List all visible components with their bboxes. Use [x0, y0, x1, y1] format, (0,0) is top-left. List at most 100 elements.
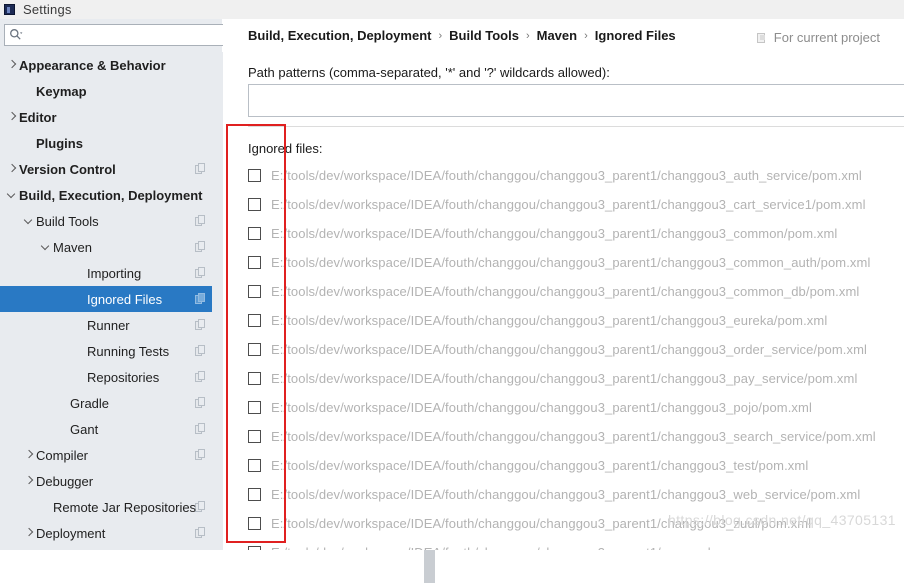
search-input[interactable] [26, 25, 226, 43]
ignored-file-checkbox[interactable] [248, 430, 261, 443]
sidebar-item-ignored-files[interactable]: Ignored Files [0, 286, 212, 312]
ignored-file-row[interactable]: E:/tools/dev/workspace/IDEA/fouth/changg… [248, 161, 904, 190]
sidebar-item-keymap[interactable]: Keymap [0, 78, 212, 104]
sidebar-item-version-control[interactable]: Version Control [0, 156, 212, 182]
sidebar-item-label: Importing [87, 265, 142, 281]
ignored-file-row[interactable]: E:/tools/dev/workspace/IDEA/fouth/changg… [248, 219, 904, 248]
sidebar-item-deployment[interactable]: Deployment [0, 520, 212, 546]
chevron-right-icon[interactable] [23, 468, 36, 494]
sidebar-item-maven[interactable]: Maven [0, 234, 212, 260]
sidebar-item-gant[interactable]: Gant [0, 416, 212, 442]
sidebar-item-gradle[interactable]: Gradle [0, 390, 212, 416]
ignored-file-checkbox[interactable] [248, 401, 261, 414]
ignored-file-path: E:/tools/dev/workspace/IDEA/fouth/changg… [271, 197, 866, 212]
chevron-down-icon[interactable] [40, 234, 53, 260]
copy-settings-icon[interactable] [195, 215, 206, 227]
copy-settings-icon[interactable] [195, 267, 206, 279]
ignored-file-row[interactable]: E:/tools/dev/workspace/IDEA/fouth/changg… [248, 538, 904, 550]
sidebar-item-runner[interactable]: Runner [0, 312, 212, 338]
settings-tree[interactable]: Appearance & Behavior Keymap Editor Plugins… [0, 52, 212, 550]
ignored-file-row[interactable]: E:/tools/dev/workspace/IDEA/fouth/changg… [248, 393, 904, 422]
ignored-file-path: E:/tools/dev/workspace/IDEA/fouth/changg… [271, 284, 860, 299]
breadcrumb-crumb[interactable]: Build Tools [449, 28, 519, 43]
copy-settings-icon[interactable] [195, 371, 206, 383]
copy-settings-icon[interactable] [195, 527, 206, 539]
ignored-file-checkbox[interactable] [248, 169, 261, 182]
copy-settings-icon[interactable] [195, 319, 206, 331]
sidebar-item-running-tests[interactable]: Running Tests [0, 338, 212, 364]
ignored-file-row[interactable]: E:/tools/dev/workspace/IDEA/fouth/changg… [248, 335, 904, 364]
copy-settings-icon[interactable] [195, 423, 206, 435]
sidebar-item-label: Repositories [87, 369, 160, 385]
ignored-file-checkbox[interactable] [248, 517, 261, 530]
breadcrumb-separator: › [525, 29, 530, 42]
ignored-file-checkbox[interactable] [248, 198, 261, 211]
ignored-file-checkbox[interactable] [248, 372, 261, 385]
chevron-right-icon[interactable] [6, 156, 19, 182]
chevron-right-icon[interactable] [6, 104, 19, 130]
breadcrumb-crumb[interactable]: Build, Execution, Deployment [248, 28, 431, 43]
copy-settings-icon[interactable] [195, 449, 206, 461]
chevron-right-icon[interactable] [6, 52, 19, 78]
breadcrumb-separator: › [438, 29, 443, 42]
ignored-file-checkbox[interactable] [248, 488, 261, 501]
copy-settings-icon[interactable] [195, 397, 206, 409]
sidebar-item-plugins[interactable]: Plugins [0, 130, 212, 156]
sidebar-item-repositories[interactable]: Repositories [0, 364, 212, 390]
sidebar-item-label: Maven [53, 239, 93, 255]
sidebar-item-label: Build, Execution, Deployment [19, 187, 203, 203]
chevron-right-icon[interactable] [23, 442, 36, 468]
sidebar-item-debugger[interactable]: Debugger [0, 468, 212, 494]
ignored-file-row[interactable]: E:/tools/dev/workspace/IDEA/fouth/changg… [248, 190, 904, 219]
project-scope-icon [756, 32, 768, 44]
breadcrumb-crumb[interactable]: Ignored Files [595, 28, 676, 43]
ignored-file-checkbox[interactable] [248, 459, 261, 472]
sidebar-item-build-tools[interactable]: Build Tools [0, 208, 212, 234]
sidebar-item-label: Deployment [36, 525, 106, 541]
ignored-file-checkbox[interactable] [248, 314, 261, 327]
ignored-file-checkbox[interactable] [248, 343, 261, 356]
ignored-file-checkbox[interactable] [248, 227, 261, 240]
path-patterns-input[interactable] [248, 84, 904, 117]
ignored-file-path: E:/tools/dev/workspace/IDEA/fouth/changg… [271, 487, 861, 502]
sidebar-item-remote-jar-repositories[interactable]: Remote Jar Repositories [0, 494, 212, 520]
ignored-file-row[interactable]: E:/tools/dev/workspace/IDEA/fouth/changg… [248, 248, 904, 277]
settings-content-pane: Build, Execution, Deployment › Build Tools… [223, 19, 904, 550]
copy-settings-icon[interactable] [195, 293, 206, 305]
sidebar-item-editor[interactable]: Editor [0, 104, 212, 130]
ignored-files-list[interactable]: E:/tools/dev/workspace/IDEA/fouth/changg… [248, 161, 904, 550]
ignored-file-row[interactable]: E:/tools/dev/workspace/IDEA/fouth/changg… [248, 364, 904, 393]
sidebar-item-compiler[interactable]: Compiler [0, 442, 212, 468]
ignored-file-row[interactable]: E:/tools/dev/workspace/IDEA/fouth/changg… [248, 277, 904, 306]
ignored-file-checkbox[interactable] [248, 285, 261, 298]
breadcrumb-crumb[interactable]: Maven [537, 28, 577, 43]
ignored-file-path: E:/tools/dev/workspace/IDEA/fouth/changg… [271, 342, 868, 357]
copy-settings-icon[interactable] [195, 241, 206, 253]
chevron-right-icon[interactable] [23, 520, 36, 546]
ignored-file-path: E:/tools/dev/workspace/IDEA/fouth/changg… [271, 545, 711, 550]
ignored-file-checkbox[interactable] [248, 256, 261, 269]
chevron-down-icon[interactable] [6, 182, 19, 208]
ignored-file-checkbox[interactable] [248, 546, 261, 550]
sidebar-item-label: Running Tests [87, 343, 170, 359]
settings-sidebar: Appearance & Behavior Keymap Editor Plugins… [0, 19, 435, 583]
ignored-file-row[interactable]: E:/tools/dev/workspace/IDEA/fouth/changg… [248, 306, 904, 335]
settings-search[interactable] [4, 24, 232, 46]
ignored-file-row[interactable]: E:/tools/dev/workspace/IDEA/fouth/changg… [248, 422, 904, 451]
sidebar-item-appearance-behavior[interactable]: Appearance & Behavior [0, 52, 212, 78]
sidebar-scrollbar-track[interactable] [212, 52, 435, 583]
sidebar-item-importing[interactable]: Importing [0, 260, 212, 286]
ignored-file-row[interactable]: E:/tools/dev/workspace/IDEA/fouth/changg… [248, 451, 904, 480]
copy-settings-icon[interactable] [195, 501, 206, 513]
sidebar-item-build-execution-deployment[interactable]: Build, Execution, Deployment [0, 182, 212, 208]
sidebar-item-label: Version Control [19, 161, 116, 177]
ignored-file-row[interactable]: E:/tools/dev/workspace/IDEA/fouth/changg… [248, 480, 904, 509]
ignored-file-row[interactable]: E:/tools/dev/workspace/IDEA/fouth/changg… [248, 509, 904, 538]
copy-settings-icon[interactable] [195, 163, 206, 175]
ignored-file-path: E:/tools/dev/workspace/IDEA/fouth/changg… [271, 400, 812, 415]
breadcrumb: Build, Execution, Deployment › Build Tools… [248, 28, 676, 43]
copy-settings-icon[interactable] [195, 345, 206, 357]
chevron-down-icon[interactable] [23, 208, 36, 234]
